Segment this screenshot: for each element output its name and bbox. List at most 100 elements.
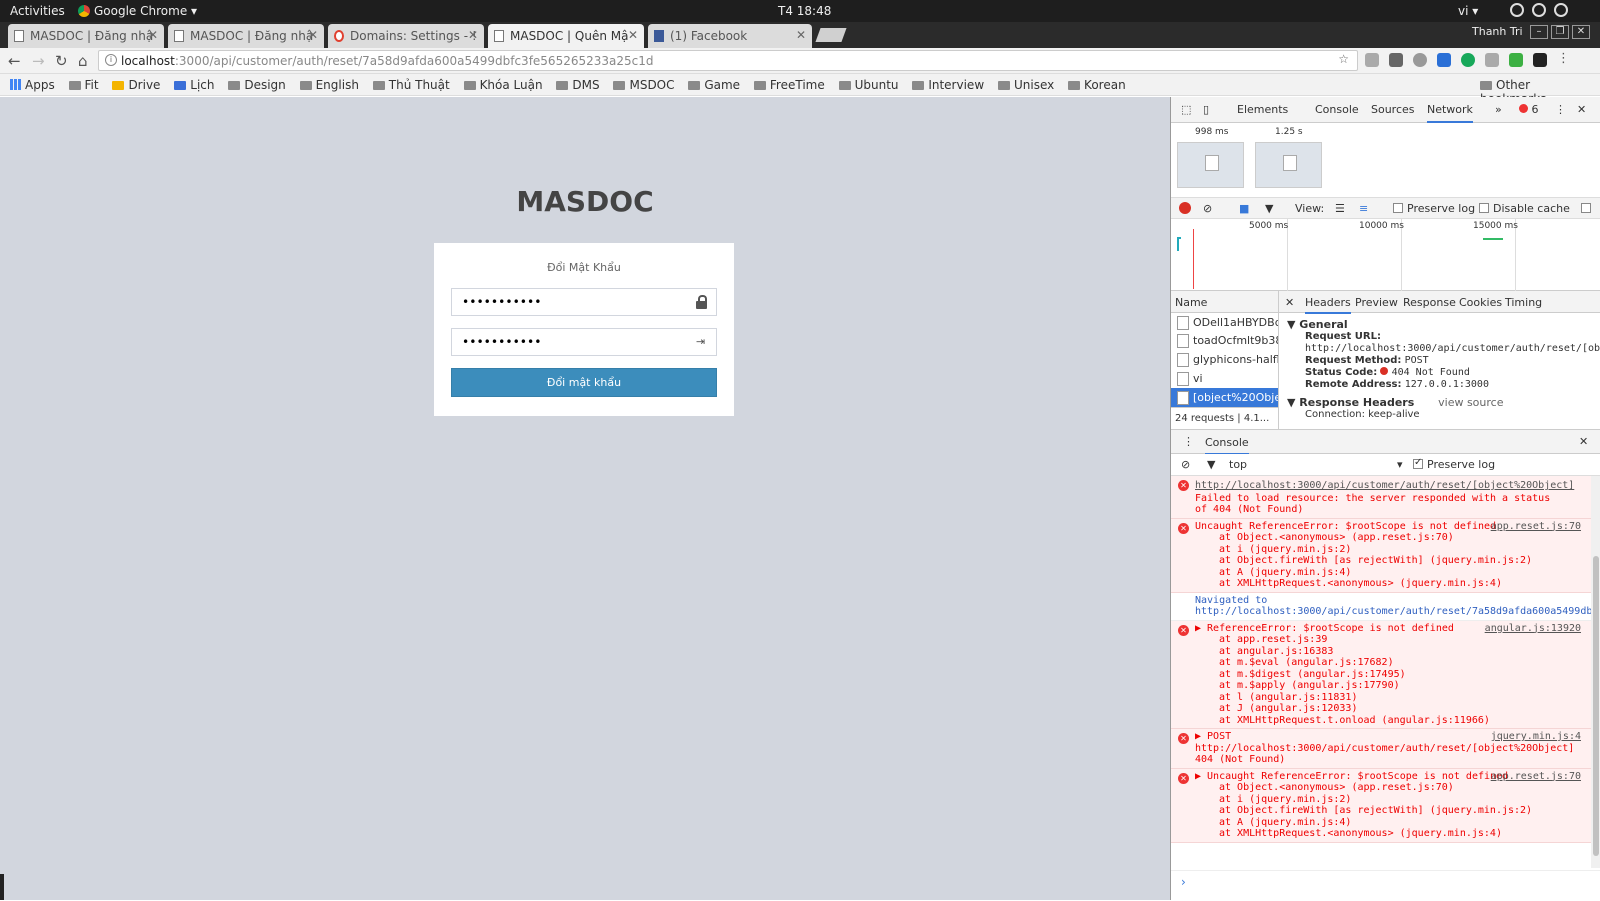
close-icon[interactable]: ✕ [468,28,478,42]
request-row[interactable]: glyphicons-halfli [1171,350,1278,369]
new-tab-button[interactable] [815,28,847,42]
list-view-icon[interactable]: ☰ [1335,202,1345,215]
console-tab[interactable]: Console [1205,436,1249,455]
inspect-icon[interactable]: ⬚ [1181,103,1191,116]
bookmark-calendar[interactable]: Lịch [174,74,215,92]
request-row[interactable]: vi [1171,369,1278,388]
reload-icon[interactable]: ↻ [55,52,68,70]
tab-network[interactable]: Network [1427,103,1473,123]
bookmark-folder[interactable]: Unisex [997,74,1054,92]
response-headers-section[interactable]: ▼ Response Headers view source [1279,391,1600,409]
console-prompt[interactable]: › [1171,870,1600,901]
source-link[interactable]: app.reset.js:70 [1491,521,1581,533]
extension-icon[interactable] [1509,53,1523,67]
tab-1[interactable]: MASDOC | Đăng nhậ ✕ [8,24,164,48]
profile-name[interactable]: Thanh Tri [1472,25,1523,38]
network-timeline[interactable]: 5000 ms 10000 ms 15000 ms [1171,219,1600,291]
tab-console[interactable]: Console [1315,103,1359,116]
view-source-link[interactable]: view source [1438,396,1503,409]
tab-cookies[interactable]: Cookies [1459,296,1502,309]
bookmark-folder[interactable]: Design [228,74,286,92]
close-icon[interactable]: ✕ [628,28,638,42]
close-icon[interactable]: ✕ [796,28,806,42]
bookmark-folder[interactable]: Korean [1068,74,1126,92]
tab-preview[interactable]: Preview [1355,296,1398,309]
request-row[interactable]: ODell1aHBYDBq [1171,313,1278,331]
tab-headers[interactable]: Headers [1305,296,1351,314]
confirm-password-input[interactable] [452,329,716,355]
bookmark-folder[interactable]: Thủ Thuật [372,74,450,92]
address-bar[interactable]: i localhost:3000/api/customer/auth/reset/… [98,50,1358,71]
close-icon[interactable]: ✕ [1579,435,1588,448]
screenshot-thumb[interactable] [1177,142,1244,188]
error-count[interactable]: 6 [1519,103,1539,116]
disable-cache-checkbox[interactable]: Disable cache [1479,202,1570,215]
console-preserve-log[interactable]: Preserve log [1413,457,1495,471]
menu-icon[interactable]: ⋮ [1555,103,1566,116]
throttle-checkbox[interactable] [1581,202,1595,215]
preserve-log-checkbox[interactable]: Preserve log [1393,202,1475,215]
tab-5[interactable]: (1) Facebook ✕ [648,24,812,48]
menu-icon[interactable]: ⋮ [1183,435,1194,448]
extension-icon[interactable] [1389,53,1403,67]
info-icon[interactable]: i [105,54,117,66]
restore-icon[interactable]: ❐ [1551,25,1569,39]
forward-icon[interactable]: → [32,52,45,70]
menu-icon[interactable]: ⋮ [1557,52,1571,67]
close-icon[interactable]: ✕ [148,28,158,42]
password-input[interactable] [452,289,716,315]
bookmark-apps[interactable]: Apps [10,74,55,92]
console-scrollbar[interactable] [1591,476,1600,868]
more-tabs[interactable]: » [1495,103,1502,116]
close-icon[interactable]: ✕ [1577,103,1586,116]
extension-icon[interactable] [1533,53,1547,67]
activities-button[interactable]: Activities [10,4,65,18]
tab-sources[interactable]: Sources [1371,103,1415,116]
change-password-button[interactable]: Đổi mật khẩu [451,368,717,397]
back-icon[interactable]: ← [8,52,21,70]
extension-icon[interactable] [1365,53,1379,67]
bookmark-folder[interactable]: FreeTime [753,74,825,92]
tab-response[interactable]: Response [1403,296,1456,309]
camera-icon[interactable]: ■ [1239,202,1249,215]
clear-console-icon[interactable]: ⊘ [1181,458,1190,471]
source-link[interactable]: app.reset.js:70 [1491,771,1581,783]
bookmark-folder[interactable]: Fit [68,74,99,92]
star-icon[interactable]: ☆ [1338,52,1349,66]
tab-3[interactable]: Domains: Settings - ! ✕ [328,24,484,48]
extension-icon[interactable] [1485,53,1499,67]
request-row[interactable]: toadOcfmlt9b38 [1171,331,1278,350]
filter-icon[interactable]: ▼ [1207,458,1215,471]
device-icon[interactable]: ▯ [1203,103,1209,116]
bookmark-folder[interactable]: Game [688,74,740,92]
language-menu[interactable]: vi ▾ [1458,4,1478,18]
bookmark-folder[interactable]: MSDOC [613,74,675,92]
close-window-icon[interactable]: ✕ [1572,25,1590,39]
system-tray[interactable] [1510,3,1568,17]
bookmark-folder[interactable]: Ubuntu [838,74,899,92]
scroll-thumb[interactable] [1593,556,1599,856]
extension-icon[interactable] [1461,53,1475,67]
extension-icon[interactable] [1437,53,1451,67]
filter-icon[interactable]: ▼ [1265,202,1273,215]
context-select[interactable]: top [1229,458,1247,471]
app-menu[interactable]: Google Chrome ▾ [78,4,197,18]
request-row-selected[interactable]: [object%20Obje [1171,388,1278,407]
tab-4[interactable]: MASDOC | Quên Mậ ✕ [488,24,644,48]
general-section[interactable]: ▼ General [1279,313,1600,331]
chevron-down-icon[interactable]: ▾ [1397,458,1403,471]
waterfall-icon[interactable]: ≡ [1359,202,1368,215]
tab-timing[interactable]: Timing [1505,296,1542,309]
source-link[interactable]: jquery.min.js:4 [1491,731,1581,743]
tab-elements[interactable]: Elements [1237,103,1288,116]
screenshot-thumb[interactable] [1255,142,1322,188]
bookmark-folder[interactable]: Khóa Luận [463,74,543,92]
console-line[interactable]: http://localhost:3000/api/customer/auth/… [1195,480,1574,491]
home-icon[interactable]: ⌂ [78,52,88,70]
bookmark-drive[interactable]: Drive [112,74,160,92]
source-link[interactable]: angular.js:13920 [1485,623,1581,635]
close-icon[interactable]: ✕ [1285,296,1294,309]
record-icon[interactable] [1179,202,1191,214]
minimize-icon[interactable]: – [1530,25,1548,39]
bookmark-folder[interactable]: Interview [912,74,984,92]
